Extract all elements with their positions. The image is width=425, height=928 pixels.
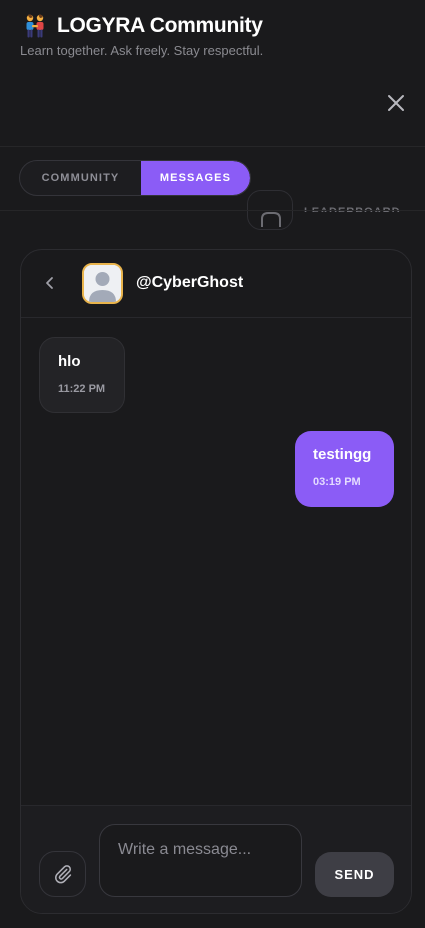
chat-username[interactable]: @CyberGhost (136, 274, 243, 292)
outgoing-message: testingg 03:19 PM (295, 431, 394, 507)
message-timestamp: 03:19 PM (313, 476, 361, 488)
panel-header: LOGYRA Community Learn together. Ask fre… (0, 0, 425, 147)
message-composer: SEND (21, 805, 411, 913)
message-text: hlo (58, 353, 81, 370)
attach-button[interactable] (39, 851, 86, 897)
chat-header: @CyberGhost (21, 250, 411, 318)
tabs-divider (0, 210, 425, 211)
chat-window: @CyberGhost hlo 11:22 PM testingg 03:19 … (20, 249, 412, 914)
chevron-left-icon (46, 277, 53, 289)
paperclip-icon (54, 865, 71, 884)
message-timestamp: 11:22 PM (58, 383, 106, 395)
community-panel: LOGYRA Community Learn together. Ask fre… (0, 0, 425, 928)
send-button[interactable]: SEND (315, 852, 394, 897)
tab-community[interactable]: COMMUNITY (20, 161, 141, 195)
message-text: testingg (313, 446, 372, 463)
header-divider (0, 146, 425, 147)
app-subtitle: Learn together. Ask freely. Stay respect… (20, 43, 264, 58)
message-input[interactable] (99, 824, 302, 897)
tab-messages[interactable]: MESSAGES (140, 161, 250, 195)
incoming-message: hlo 11:22 PM (39, 337, 125, 413)
tab-switcher: COMMUNITY MESSAGES (19, 160, 251, 196)
avatar[interactable] (82, 263, 123, 304)
close-icon (388, 95, 404, 111)
default-avatar-icon (84, 265, 121, 302)
message-list: hlo 11:22 PM testingg 03:19 PM (21, 319, 411, 805)
app-title: LOGYRA Community (57, 14, 263, 37)
people-holding-hands-icon (22, 13, 48, 39)
title-row: LOGYRA Community (22, 13, 263, 39)
close-button[interactable] (383, 90, 409, 116)
back-button[interactable] (39, 272, 61, 294)
